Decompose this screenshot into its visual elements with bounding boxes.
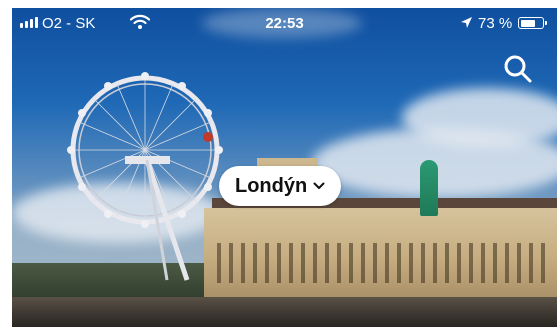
city-selector-button[interactable]: Londýn bbox=[219, 166, 342, 206]
app-screen: O2 - SK 22:53 73 % Londýn bbox=[12, 8, 557, 327]
river-water bbox=[12, 297, 557, 327]
battery-percent: 73 % bbox=[478, 15, 513, 32]
green-spire bbox=[420, 160, 438, 216]
battery-icon bbox=[518, 17, 547, 29]
search-icon bbox=[504, 55, 532, 83]
chevron-down-icon bbox=[313, 182, 325, 189]
status-time: 22:53 bbox=[265, 15, 304, 32]
building-windows bbox=[217, 243, 547, 283]
london-eye-wheel bbox=[67, 30, 237, 305]
city-selector-label: Londýn bbox=[235, 174, 308, 197]
location-arrow-icon bbox=[460, 16, 473, 33]
status-bar: O2 - SK 22:53 73 % bbox=[12, 8, 557, 38]
search-button[interactable] bbox=[502, 53, 534, 85]
